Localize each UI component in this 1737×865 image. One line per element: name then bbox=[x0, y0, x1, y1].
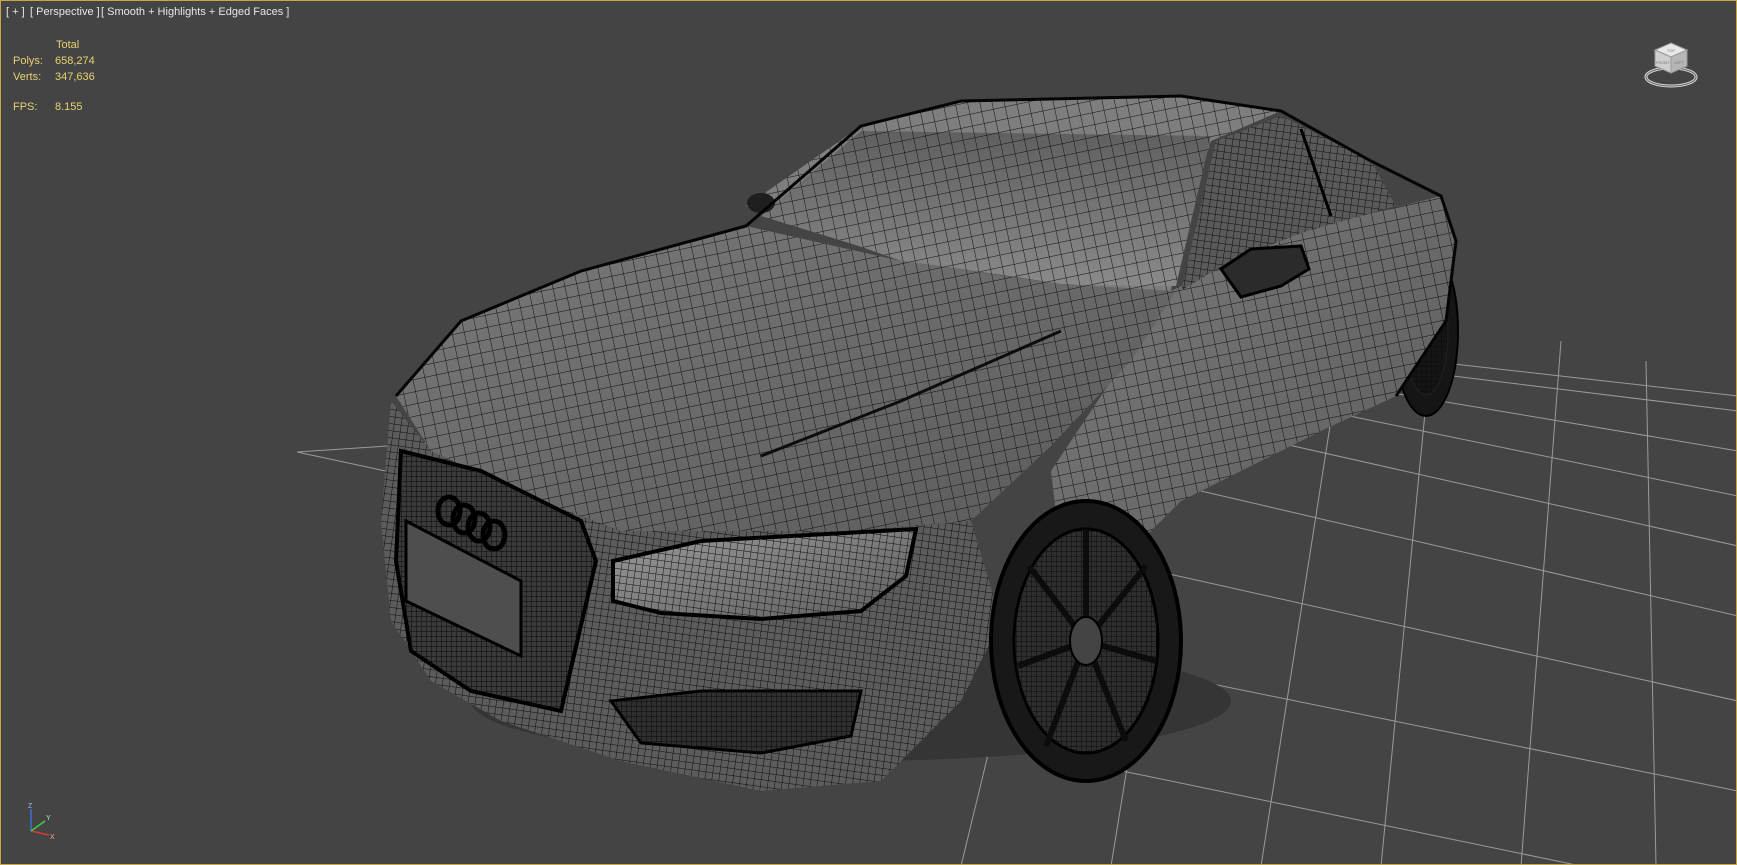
stats-fps-value: 8.155 bbox=[55, 101, 83, 113]
viewport-view-label[interactable]: [ Perspective ] bbox=[30, 6, 100, 18]
viewcube-face-left: LEFT bbox=[1674, 60, 1684, 65]
stats-total-header: Total bbox=[56, 39, 80, 51]
axis-y-label: Y bbox=[46, 815, 51, 822]
viewcube-face-top: TOP bbox=[1667, 48, 1675, 53]
viewcube-face-front: FRONT bbox=[1656, 60, 1670, 65]
stats-polys-label: Polys: bbox=[13, 55, 43, 67]
stats-polys-value: 658,274 bbox=[55, 55, 95, 67]
perspective-viewport[interactable]: [ + ] [ Perspective ] [ Smooth + Highlig… bbox=[0, 0, 1737, 865]
axis-tripod-icon: Z X Y bbox=[28, 803, 55, 841]
scene-canvas[interactable] bbox=[1, 1, 1737, 865]
stats-verts-value: 347,636 bbox=[55, 71, 95, 83]
stats-fps-label: FPS: bbox=[13, 101, 38, 113]
viewport-shading-label[interactable]: [ Smooth + Highlights + Edged Faces ] bbox=[101, 6, 289, 18]
axis-z-label: Z bbox=[28, 803, 33, 810]
axis-x-label: X bbox=[50, 834, 55, 841]
front-wheel bbox=[989, 499, 1183, 783]
stats-verts-label: Verts: bbox=[13, 71, 42, 83]
viewcube-icon[interactable]: TOP FRONT LEFT bbox=[1643, 37, 1699, 91]
viewport-menu-button[interactable]: [ + ] bbox=[6, 6, 25, 18]
